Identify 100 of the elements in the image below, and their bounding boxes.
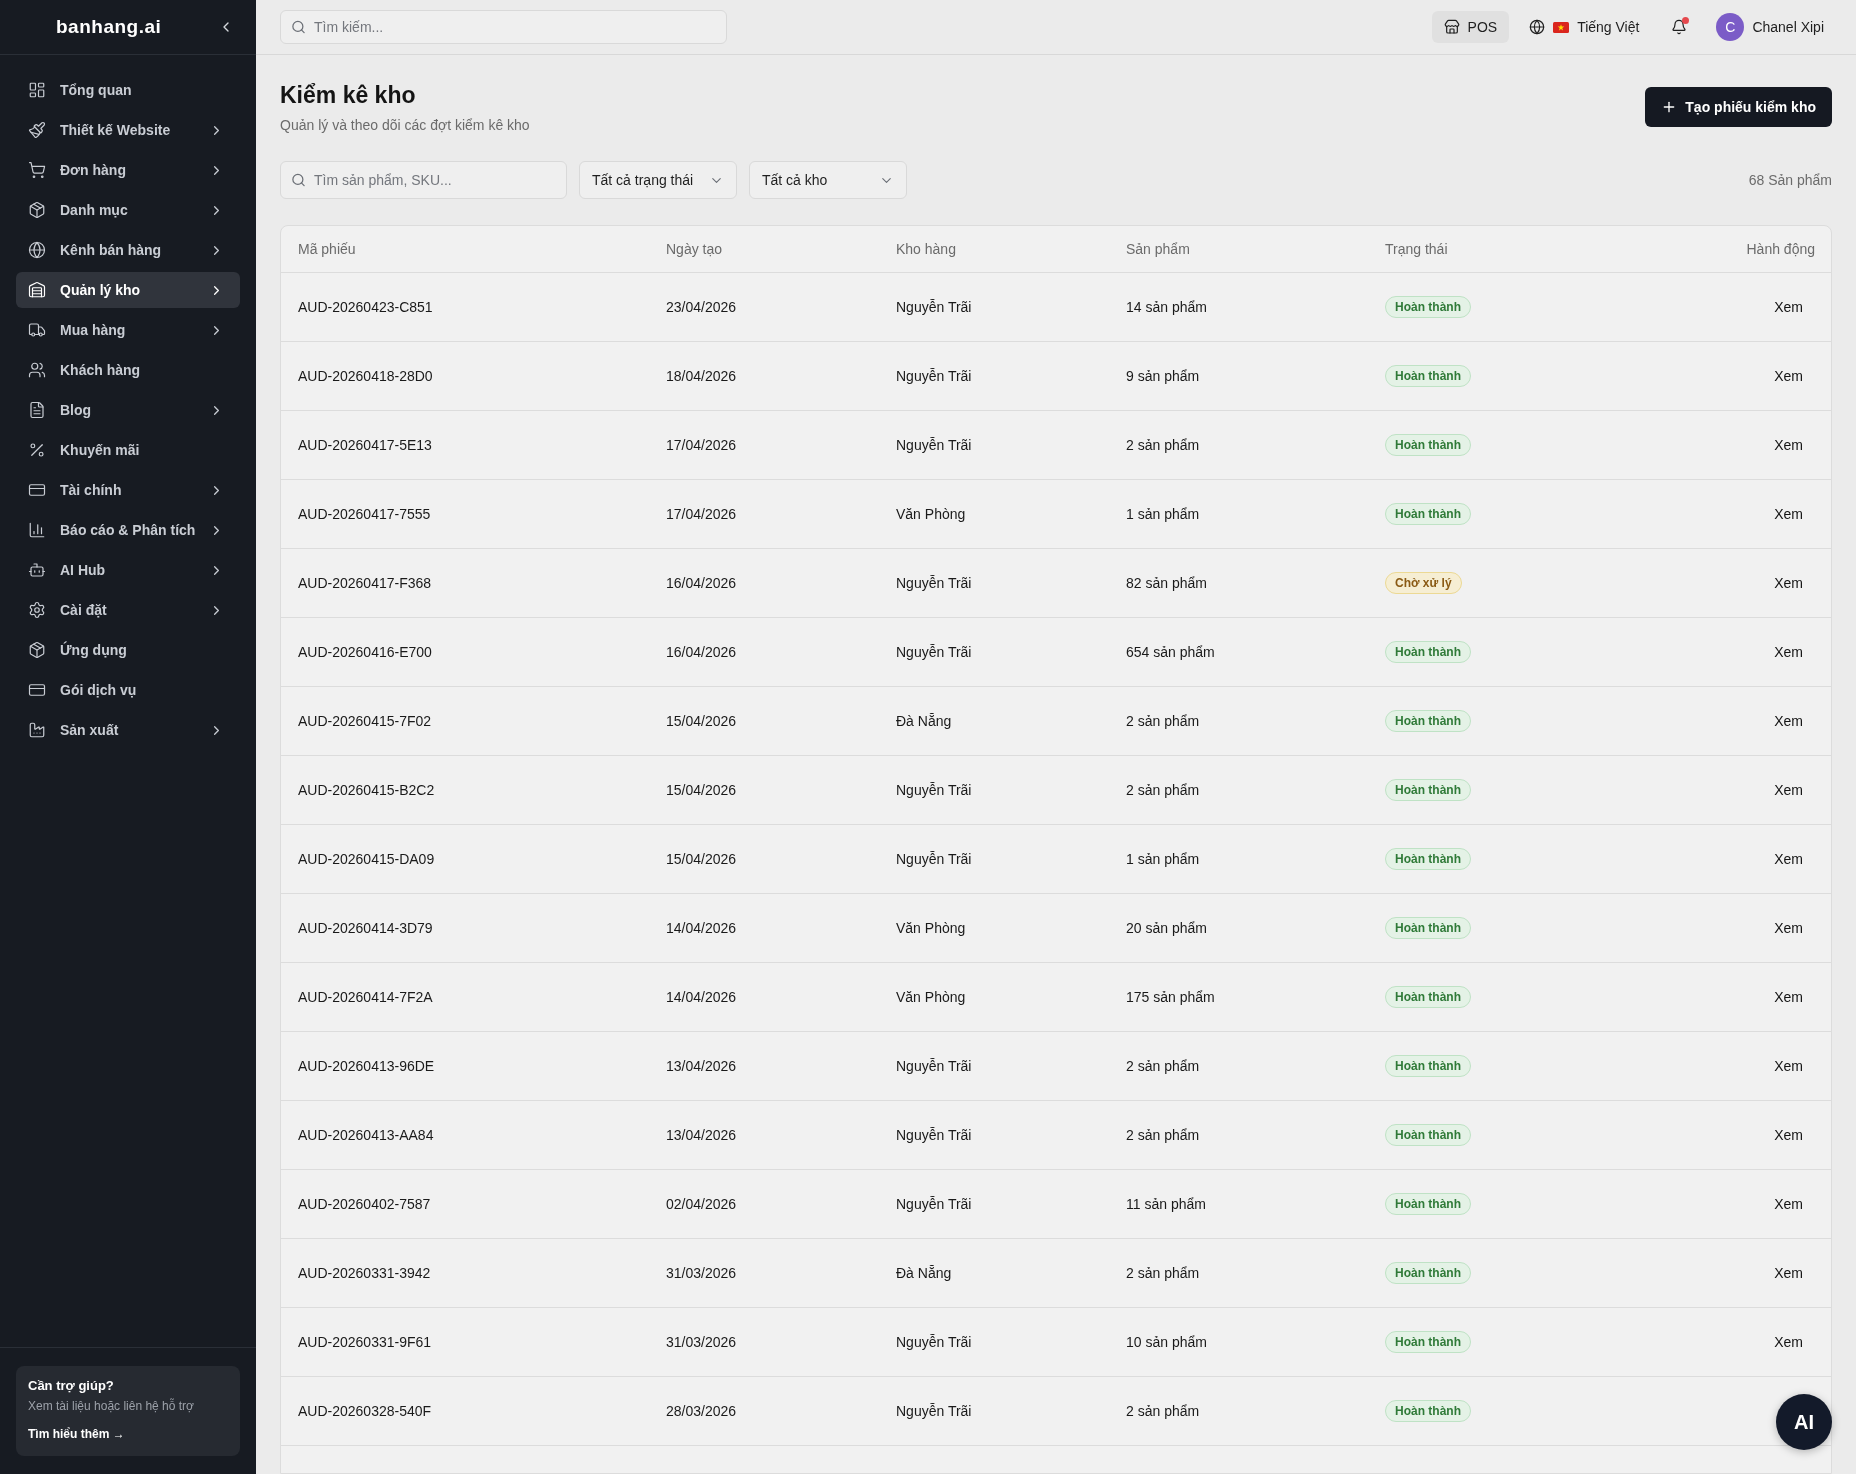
paintbrush-icon (28, 121, 46, 139)
view-link[interactable]: Xem (1762, 711, 1815, 731)
box-icon (28, 201, 46, 219)
table-cell-text: Nguyễn Trãi (896, 367, 972, 386)
search-icon (291, 172, 306, 188)
store-icon (1443, 19, 1460, 35)
table-cell-text: 15/04/2026 (666, 712, 737, 731)
table-cell-text: 15/04/2026 (666, 781, 737, 800)
robot-icon (28, 561, 46, 579)
table-cell-text: Nguyễn Trãi (896, 574, 972, 593)
table-cell-text: AUD-20260328-540F (298, 1402, 432, 1421)
sidebar-item[interactable]: Thiết kế Website (16, 112, 240, 148)
avatar: C (1716, 13, 1745, 41)
status-badge: Hoàn thành (1385, 1055, 1471, 1077)
sidebar-item[interactable]: Khách hàng (16, 352, 240, 388)
table-cell-text: Nguyễn Trãi (896, 643, 972, 662)
card-icon (28, 481, 46, 499)
user-menu-button[interactable]: C Chanel Xipi (1716, 13, 1824, 41)
table-cell-text: Nguyễn Trãi (896, 436, 972, 455)
search-field[interactable]: Tìm kiếm... (280, 10, 727, 44)
status-badge: Hoàn thành (1385, 503, 1471, 525)
view-link[interactable]: Xem (1762, 504, 1815, 524)
status-badge: Hoàn thành (1385, 365, 1471, 387)
sidebar-item[interactable]: Quản lý kho (16, 272, 240, 308)
table-cell-text: AUD-20260331-3942 (298, 1264, 431, 1283)
view-link[interactable]: Xem (1762, 435, 1815, 455)
view-link[interactable]: Xem (1762, 1194, 1815, 1214)
table-cell-text: AUD-20260414-7F2A (298, 988, 433, 1007)
status-badge: Chờ xử lý (1385, 572, 1462, 594)
table-cell-text: AUD-20260423-C851 (298, 298, 433, 317)
sidebar-item[interactable]: AI Hub (16, 552, 240, 588)
status-badge: Hoàn thành (1385, 641, 1471, 663)
view-link[interactable]: Xem (1762, 573, 1815, 593)
table-cell-text: 1 sản phẩm (1126, 505, 1200, 524)
search-icon (291, 19, 306, 35)
view-link[interactable]: Xem (1762, 780, 1815, 800)
table-cell-text: 9 sản phẩm (1126, 367, 1200, 386)
table-cell-text: AUD-20260417-7555 (298, 505, 431, 524)
sidebar-item[interactable]: Đơn hàng (16, 152, 240, 188)
bar-chart-icon (28, 521, 46, 539)
bell-icon (1671, 19, 1688, 35)
filter-dropdown[interactable]: Tất cả trạng thái (579, 161, 737, 199)
sidebar-item[interactable]: Sản xuất (16, 712, 240, 748)
table-cell-text: AUD-20260415-B2C2 (298, 781, 435, 800)
sidebar-item[interactable]: Cài đặt (16, 592, 240, 628)
view-link[interactable]: Xem (1762, 1263, 1815, 1283)
view-link[interactable]: Xem (1762, 366, 1815, 386)
sidebar-item[interactable]: Gói dịch vụ (16, 672, 240, 708)
table-cell-text: Văn Phòng (896, 988, 966, 1007)
box-icon (28, 641, 46, 659)
table-cell-text: 2 sản phẩm (1126, 1402, 1200, 1421)
column-header: Kho hàng (896, 240, 956, 259)
help-title: Cần trợ giúp? (28, 1377, 115, 1395)
view-link[interactable]: Xem (1762, 1056, 1815, 1076)
sidebar-item[interactable]: Tổng quan (16, 72, 240, 108)
view-link[interactable]: Xem (1762, 642, 1815, 662)
view-link[interactable]: Xem (1762, 849, 1815, 869)
table-cell-text: 82 sản phẩm (1126, 574, 1207, 593)
status-badge: Hoàn thành (1385, 1193, 1471, 1215)
page-subtitle: Quản lý và theo dõi các đợt kiểm kê kho (280, 116, 530, 135)
column-header: Hành động (1746, 240, 1815, 259)
table-cell-text: 2 sản phẩm (1126, 712, 1200, 731)
pos-button[interactable]: POS (1431, 11, 1510, 43)
sidebar-item[interactable]: Báo cáo & Phân tích (16, 512, 240, 548)
learn-more-link[interactable]: Tìm hiểu thêm → (28, 1424, 125, 1444)
notifications-button[interactable] (1669, 17, 1690, 37)
view-link[interactable]: Xem (1762, 987, 1815, 1007)
table-cell-text: 16/04/2026 (666, 574, 737, 593)
sidebar-item[interactable]: Ứng dụng (16, 632, 240, 668)
view-link[interactable]: Xem (1762, 918, 1815, 938)
table-cell-text: 2 sản phẩm (1126, 781, 1200, 800)
table-cell-text: AUD-20260415-DA09 (298, 850, 435, 869)
table-cell-text: 654 sản phẩm (1126, 643, 1215, 662)
table-cell-text: Văn Phòng (896, 919, 966, 938)
item-count: 68 Sản phẩm (1748, 171, 1832, 190)
logo: banhang.ai (56, 14, 162, 39)
language-button[interactable]: Tiếng Việt (1529, 11, 1640, 43)
table-cell-text: 11 sản phẩm (1126, 1195, 1206, 1214)
status-badge: Hoàn thành (1385, 848, 1471, 870)
table-cell-text: AUD-20260402-7587 (298, 1195, 431, 1214)
sidebar-item[interactable]: Blog (16, 392, 240, 428)
percent-icon (28, 441, 46, 459)
globe-icon (28, 241, 46, 259)
view-link[interactable]: Xem (1762, 297, 1815, 317)
table-cell-text: Nguyễn Trãi (896, 1333, 972, 1352)
filter-dropdown[interactable]: Tất cả kho (749, 161, 907, 199)
sidebar-item[interactable]: Danh mục (16, 192, 240, 228)
view-link[interactable]: Xem (1762, 1332, 1815, 1352)
product-search-field[interactable]: Tìm sản phẩm, SKU... (280, 161, 567, 199)
table-cell-text: 14 sản phẩm (1126, 298, 1207, 317)
sidebar-item[interactable]: Kênh bán hàng (16, 232, 240, 268)
create-audit-button[interactable]: Tạo phiếu kiểm kho (1645, 87, 1832, 127)
view-link[interactable]: Xem (1762, 1125, 1815, 1145)
table-cell-text: AUD-20260417-F368 (298, 574, 432, 593)
status-badge: Hoàn thành (1385, 986, 1471, 1008)
status-badge: Hoàn thành (1385, 1124, 1471, 1146)
sidebar-item[interactable]: Khuyến mãi (16, 432, 240, 468)
sidebar-item[interactable]: Tài chính (16, 472, 240, 508)
sidebar-item[interactable]: Mua hàng (16, 312, 240, 348)
table-cell-text: 1 sản phẩm (1126, 850, 1200, 869)
